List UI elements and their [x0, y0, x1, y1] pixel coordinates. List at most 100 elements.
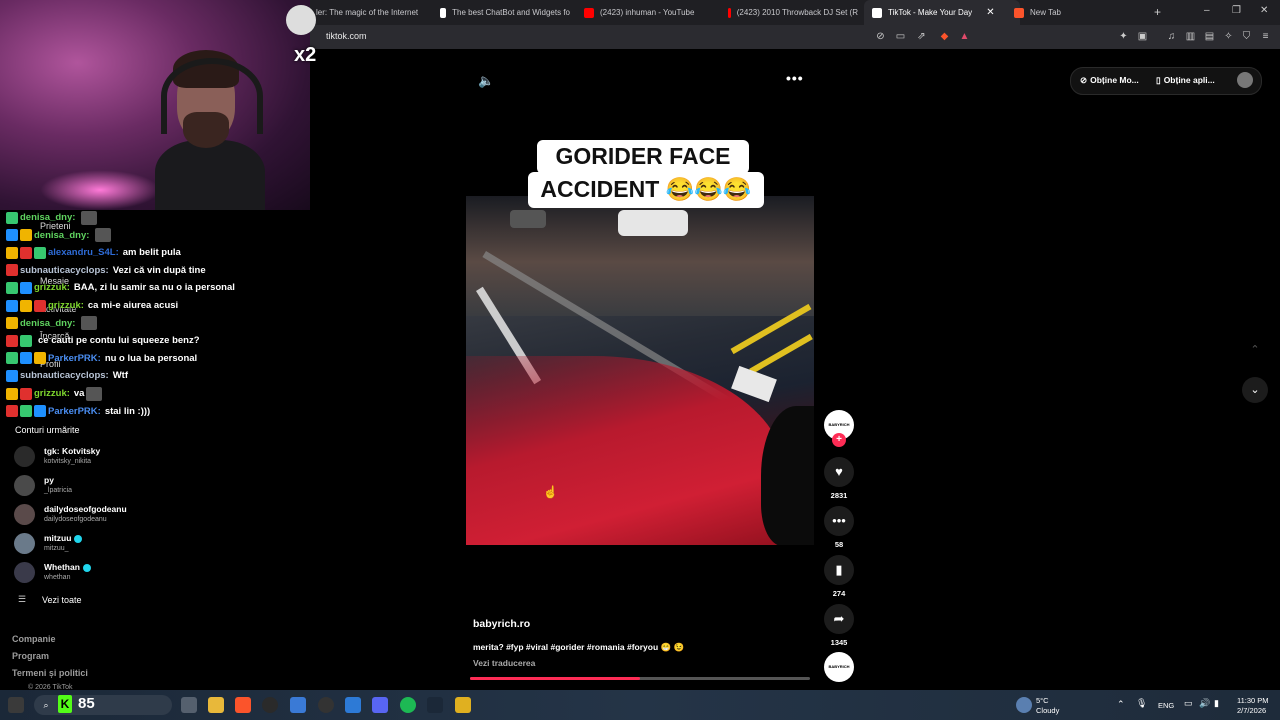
tab-label: ler: The magic of the Internet	[316, 8, 419, 17]
see-translation-link[interactable]: Vezi traducerea	[473, 658, 535, 668]
chat-message: subnauticacyclops: Vezi că vin după tine	[6, 262, 206, 279]
browser-tab[interactable]: The best ChatBot and Widgets fo	[440, 0, 570, 25]
kick-badge: K	[58, 695, 72, 713]
chat-text: va	[73, 388, 85, 399]
comment-button[interactable]: •••	[824, 506, 854, 536]
close-window-icon[interactable]: ✕	[1260, 5, 1268, 16]
video-player[interactable]	[466, 196, 814, 545]
save-button[interactable]: ▮	[824, 555, 854, 585]
follow-plus-button[interactable]: +	[832, 433, 846, 447]
minimize-icon[interactable]: –	[1204, 5, 1210, 16]
chat-badge-icon	[6, 264, 18, 277]
app-icon[interactable]	[262, 697, 278, 713]
file-explorer-icon[interactable]	[208, 697, 224, 713]
spotify-icon[interactable]	[400, 697, 416, 713]
brave-rewards-icon[interactable]: ▲	[959, 31, 970, 42]
start-icon[interactable]	[8, 697, 24, 713]
steam-icon[interactable]	[427, 697, 443, 713]
profile-avatar[interactable]	[1237, 72, 1253, 88]
sound-icon[interactable]: 🔈	[478, 73, 494, 89]
tab-close-icon[interactable]: ✕	[986, 7, 994, 18]
discord-icon[interactable]	[372, 697, 388, 713]
like-button[interactable]: ♥	[824, 457, 854, 487]
clock-date[interactable]: 2/7/2026	[1237, 706, 1266, 715]
followed-account[interactable]: mitzuu mitzuu_	[14, 531, 214, 557]
share-icon[interactable]: ⇗	[916, 31, 927, 42]
maximize-icon[interactable]: ❐	[1232, 5, 1241, 16]
chat-badge-icon	[34, 246, 46, 259]
followed-account[interactable]: Whethan whethan	[14, 560, 214, 586]
chat-username[interactable]: grizzuk:	[34, 388, 70, 399]
tab-label: TikTok - Make Your Day	[888, 8, 973, 17]
app2-icon[interactable]	[455, 697, 471, 713]
language-indicator[interactable]: ENG	[1158, 701, 1174, 710]
browser-tab[interactable]: (2423) inhuman - YouTube	[584, 0, 709, 25]
chat-username[interactable]: alexandru_S4L:	[48, 247, 119, 258]
battery-icon[interactable]: ▮	[1214, 698, 1219, 709]
followed-account[interactable]: py _lpatricia	[14, 473, 214, 499]
get-coins-button[interactable]: ⊘ Obține Mo...	[1080, 68, 1139, 92]
chat-username[interactable]: grizzuk:	[34, 282, 70, 293]
reader-icon[interactable]: ⊘	[875, 31, 886, 42]
mic-icon[interactable]: 🎙	[1136, 698, 1147, 709]
next-video-button[interactable]: ⌄	[1242, 377, 1268, 403]
vpn-icon[interactable]: ⛉	[1241, 31, 1252, 42]
screenshot-icon[interactable]: ▣	[1137, 31, 1148, 42]
chevron-down-icon: ⌄	[1250, 384, 1260, 396]
chat-username[interactable]: subnauticacyclops:	[20, 370, 109, 381]
cast-icon[interactable]: ▭	[895, 31, 906, 42]
chat-badge-icon	[20, 229, 32, 242]
tab-label: New Tab	[1030, 8, 1061, 17]
video-author[interactable]: babyrich.ro	[473, 618, 530, 630]
chat-username[interactable]: subnauticacyclops:	[20, 265, 109, 276]
brave-icon[interactable]	[235, 697, 251, 713]
browser-tab[interactable]: (2423) 2010 Throwback DJ Set (R	[728, 0, 858, 25]
task-view-icon[interactable]	[181, 697, 197, 713]
browser-tab[interactable]: TikTok - Make Your Day ✕	[864, 0, 1020, 25]
brave-shield-icon[interactable]: ◆	[939, 31, 950, 42]
sidebar-icon[interactable]: ▥	[1185, 31, 1196, 42]
footer-company[interactable]: Companie	[12, 634, 56, 644]
chat-username[interactable]: denisa_dny:	[20, 212, 75, 223]
vscode-icon[interactable]	[345, 697, 361, 713]
music-icon[interactable]: ♫	[1166, 31, 1177, 42]
tab-favicon-icon	[440, 7, 447, 18]
chat-emote-icon	[95, 228, 112, 243]
get-app-button[interactable]: ▯ Obține apli...	[1156, 68, 1215, 92]
wallet-icon[interactable]: ▤	[1204, 31, 1215, 42]
display-icon[interactable]: ▭	[1184, 698, 1193, 709]
chat-message: grizzuk: va	[6, 385, 103, 402]
clock-time[interactable]: 11:30 PM	[1237, 696, 1269, 705]
new-tab-button[interactable]: +	[1154, 5, 1161, 19]
leo-ai-icon[interactable]: ✧	[1223, 31, 1234, 42]
more-options-icon[interactable]: •••	[786, 70, 804, 86]
footer-program[interactable]: Program	[12, 651, 49, 661]
browser-tab[interactable]: New Tab	[1014, 0, 1094, 25]
video-progress-bar[interactable]	[470, 677, 810, 680]
chat-username[interactable]: denisa_dny:	[20, 318, 75, 329]
volume-icon[interactable]: 🔊	[1199, 698, 1210, 709]
browser-tab[interactable]: ler: The magic of the Internet	[300, 0, 425, 25]
store-icon[interactable]	[290, 697, 306, 713]
chat-username[interactable]: ParkerPRK:	[48, 406, 101, 417]
footer-terms[interactable]: Termeni și politici	[12, 668, 88, 678]
followed-account[interactable]: dailydoseofgodeanu dailydoseofgodeanu	[14, 502, 214, 528]
chat-username[interactable]: denisa_dny:	[34, 230, 89, 241]
see-all-button[interactable]: ☰ Vezi toate	[18, 594, 82, 605]
share-button[interactable]: ➦	[824, 604, 854, 634]
obs-icon[interactable]	[318, 697, 334, 713]
chat-text: ca mi-e aiurea acusi	[87, 300, 179, 311]
taskbar-search[interactable]	[34, 695, 172, 715]
heart-icon: ♥	[835, 464, 843, 479]
chat-username[interactable]: grizzuk:	[48, 300, 84, 311]
previous-video-button[interactable]: ⌃	[1242, 337, 1268, 363]
chat-username[interactable]: ParkerPRK:	[48, 353, 101, 364]
extensions-icon[interactable]: ✦	[1118, 31, 1129, 42]
menu-icon[interactable]: ≡	[1260, 31, 1271, 42]
tray-chevron-icon[interactable]: ⌃	[1117, 699, 1125, 710]
chevron-up-icon: ⌃	[1250, 344, 1260, 356]
music-disc[interactable]: BABYRICH	[824, 652, 854, 682]
chat-message: ce cauti pe contu lui squeeze benz?	[6, 332, 200, 349]
url-text[interactable]: tiktok.com	[326, 31, 367, 41]
followed-account[interactable]: tgk: Kotvitsky kotvitsky_nikita	[14, 444, 214, 470]
